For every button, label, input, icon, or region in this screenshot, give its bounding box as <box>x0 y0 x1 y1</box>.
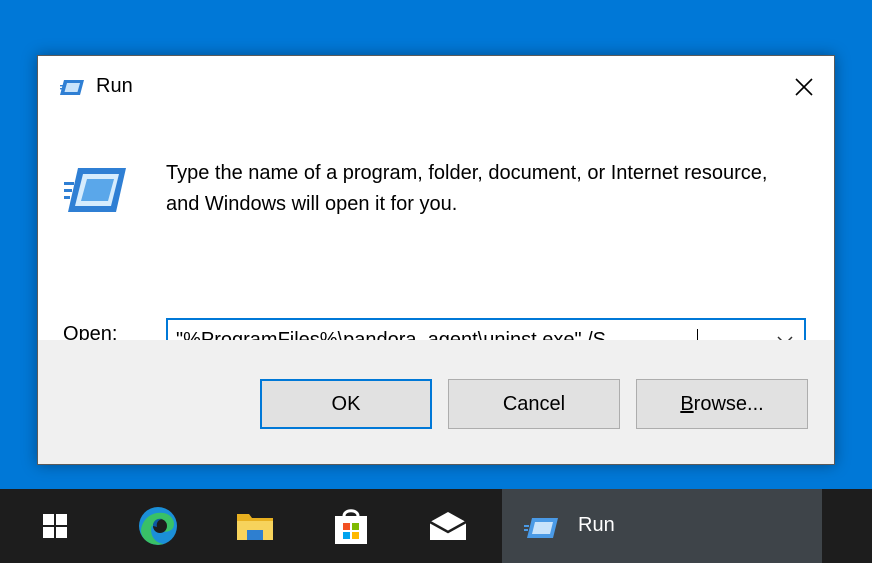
dialog-title: Run <box>96 75 133 97</box>
browse-button[interactable]: Browse... <box>636 379 808 429</box>
run-dialog: Run Type the name of a program, folder, … <box>37 55 835 465</box>
title-bar[interactable]: Run <box>38 56 834 118</box>
taskbar-run-label: Run <box>578 514 615 536</box>
cancel-button[interactable]: Cancel <box>448 379 620 429</box>
file-explorer-icon <box>237 514 273 540</box>
taskbar-microsoft-store[interactable] <box>316 489 386 563</box>
run-icon <box>524 518 558 538</box>
button-area: OK Cancel Browse... <box>38 340 834 464</box>
taskbar: Run <box>0 489 872 563</box>
mail-icon <box>429 512 467 540</box>
microsoft-store-icon <box>335 509 367 544</box>
close-icon <box>795 78 813 96</box>
browse-label: rowse... <box>693 392 764 415</box>
taskbar-mail[interactable] <box>413 489 483 563</box>
run-program-icon <box>64 168 126 212</box>
start-button[interactable] <box>20 489 90 563</box>
ok-button[interactable]: OK <box>260 379 432 429</box>
taskbar-edge[interactable] <box>123 489 193 563</box>
edge-icon <box>139 507 177 545</box>
taskbar-file-explorer[interactable] <box>220 489 290 563</box>
dialog-description: Type the name of a program, folder, docu… <box>166 162 768 215</box>
close-button[interactable] <box>774 56 834 118</box>
run-icon <box>60 80 84 95</box>
browse-accelerator: B <box>680 392 694 415</box>
windows-start-icon <box>43 514 67 538</box>
taskbar-run-window[interactable]: Run <box>502 489 822 563</box>
dialog-content: Type the name of a program, folder, docu… <box>38 118 834 362</box>
